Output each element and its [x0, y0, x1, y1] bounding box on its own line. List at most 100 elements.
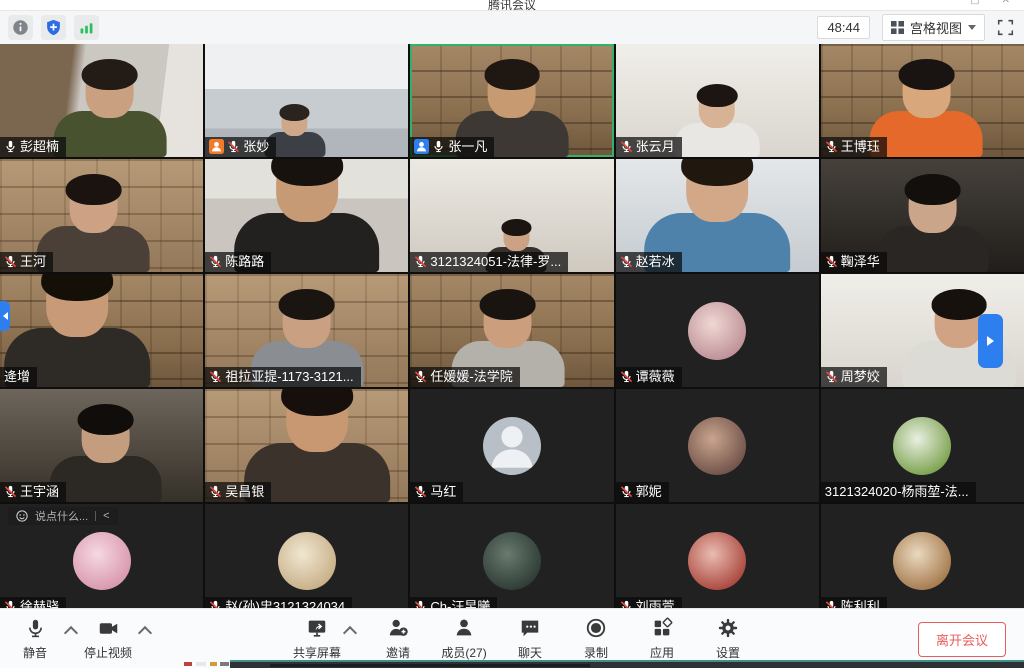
share-screen-button[interactable]: 共享屏幕: [293, 616, 341, 661]
info-icon: [12, 19, 29, 36]
security-button[interactable]: [41, 15, 66, 40]
participant-name: 郭妮: [636, 484, 662, 499]
chat-input-placeholder[interactable]: 说点什么...: [35, 508, 88, 524]
mic-icon: [4, 140, 17, 153]
participant-tile[interactable]: 3121324051-法律-罗...: [410, 159, 613, 272]
participant-tile[interactable]: 王宇涵: [0, 389, 203, 502]
background-text-smear: [270, 664, 590, 667]
participant-name-bar: 王河: [0, 252, 53, 272]
mic-muted-icon: [227, 140, 240, 153]
participant-name-bar: 王宇涵: [0, 482, 66, 502]
avatar: [688, 302, 746, 360]
participant-name: 王宇涵: [20, 484, 59, 499]
grid-next-page-button[interactable]: [978, 314, 1003, 368]
collapse-chat-button[interactable]: <: [103, 510, 109, 522]
participant-video-figure: [37, 179, 150, 272]
record-label: 录制: [584, 644, 608, 661]
apps-label: 应用: [650, 644, 674, 661]
participant-name: 赵若冰: [636, 254, 675, 269]
grid-prev-page-button[interactable]: [0, 301, 10, 331]
mic-muted-icon: [209, 485, 222, 498]
participant-tile[interactable]: 张妙: [205, 44, 408, 157]
participant-tile[interactable]: 谭薇薇: [616, 274, 819, 387]
network-status-button[interactable]: [74, 15, 99, 40]
members-icon: [453, 616, 475, 640]
participant-name-bar: 任媛媛-法学院: [410, 367, 519, 387]
mic-muted-icon: [209, 255, 222, 268]
participant-tile[interactable]: 马红: [410, 389, 613, 502]
participant-tile[interactable]: 彭超楠: [0, 44, 203, 157]
background-pixel-orange: [210, 662, 217, 666]
avatar: [278, 532, 336, 590]
participant-name: 吴昌银: [225, 484, 264, 499]
participant-name: 3121324051-法律-罗...: [430, 254, 561, 269]
leave-meeting-button[interactable]: 离开会议: [918, 622, 1006, 657]
participant-tile[interactable]: 张一凡: [410, 44, 613, 157]
record-button[interactable]: 录制: [573, 616, 619, 661]
participant-tile[interactable]: 赵(孙)忠3121324034: [205, 504, 408, 617]
participant-name-bar: 谭薇薇: [616, 367, 682, 387]
participant-tile[interactable]: 王博珏: [821, 44, 1024, 157]
participant-tile[interactable]: 逄增: [0, 274, 203, 387]
stop-video-button[interactable]: 停止视频: [84, 616, 132, 661]
fullscreen-button[interactable]: [997, 19, 1014, 36]
chat-label: 聊天: [518, 644, 542, 661]
participant-name-bar: 彭超楠: [0, 137, 66, 157]
participant-name: 马红: [430, 484, 456, 499]
invite-label: 邀请: [386, 644, 410, 661]
emoji-icon[interactable]: [16, 510, 28, 522]
avatar: [893, 532, 951, 590]
camera-icon: [97, 616, 120, 640]
participant-video-figure: [53, 64, 166, 157]
background-window-strip: [230, 660, 1024, 668]
participant-name-bar: 吴昌银: [205, 482, 271, 502]
shield-icon: [45, 19, 62, 36]
avatar: [483, 532, 541, 590]
participant-name-bar: 3121324051-法律-罗...: [410, 252, 568, 272]
participant-name-bar: 周梦姣: [821, 367, 887, 387]
participant-tile[interactable]: 陈路路: [205, 159, 408, 272]
quick-chat-bar[interactable]: 说点什么... <: [8, 507, 118, 525]
participant-tile[interactable]: 祖拉亚提-1173-3121...: [205, 274, 408, 387]
participant-tile[interactable]: 吴昌银: [205, 389, 408, 502]
share-options-chevron[interactable]: [343, 626, 357, 640]
mic-muted-icon: [620, 255, 633, 268]
settings-button[interactable]: 设置: [705, 616, 751, 661]
microphone-icon: [25, 616, 46, 640]
participant-name-bar: 祖拉亚提-1173-3121...: [205, 367, 360, 387]
participant-name: 周梦姣: [841, 369, 880, 384]
chat-button[interactable]: 聊天: [507, 616, 553, 661]
close-button[interactable]: ✕: [1002, 0, 1010, 6]
avatar: [688, 532, 746, 590]
view-mode-selector[interactable]: 宫格视图: [882, 14, 985, 41]
video-grid: 彭超楠 张妙张一凡张云月王博珏王河 陈路路 3121324051-法律-罗... 赵若冰…: [0, 44, 1024, 617]
participant-tile[interactable]: 陈利利: [821, 504, 1024, 617]
participant-tile[interactable]: 3121324020-杨雨堃-法...: [821, 389, 1024, 502]
mic-muted-icon: [825, 255, 838, 268]
window-titlebar: 腾讯会议 ▢ ✕: [0, 0, 1024, 10]
maximize-button[interactable]: ▢: [970, 0, 979, 6]
participant-tile[interactable]: Ch-汪昱曦: [410, 504, 613, 617]
meeting-info-button[interactable]: [8, 15, 33, 40]
invite-button[interactable]: 邀请: [375, 616, 421, 661]
mic-muted-icon: [209, 370, 222, 383]
mic-options-chevron[interactable]: [64, 626, 78, 640]
mute-button[interactable]: 静音: [12, 616, 58, 661]
participant-tile[interactable]: 鞠泽华: [821, 159, 1024, 272]
window-title: 腾讯会议: [0, 0, 1024, 10]
participant-tile[interactable]: 郭妮: [616, 389, 819, 502]
avatar: [73, 532, 131, 590]
participant-tile[interactable]: 刘雨萱: [616, 504, 819, 617]
participant-tile[interactable]: 张云月: [616, 44, 819, 157]
participant-tile[interactable]: 任媛媛-法学院: [410, 274, 613, 387]
divider: [95, 511, 96, 521]
members-button[interactable]: 成员(27): [441, 616, 487, 661]
apps-button[interactable]: 应用: [639, 616, 685, 661]
signal-icon: [78, 19, 95, 36]
mic-muted-icon: [4, 255, 17, 268]
video-options-chevron[interactable]: [138, 626, 152, 640]
participant-tile[interactable]: 王河: [0, 159, 203, 272]
participant-name-bar: 鞠泽华: [821, 252, 887, 272]
meeting-timer: 48:44: [817, 16, 870, 39]
participant-tile[interactable]: 赵若冰: [616, 159, 819, 272]
